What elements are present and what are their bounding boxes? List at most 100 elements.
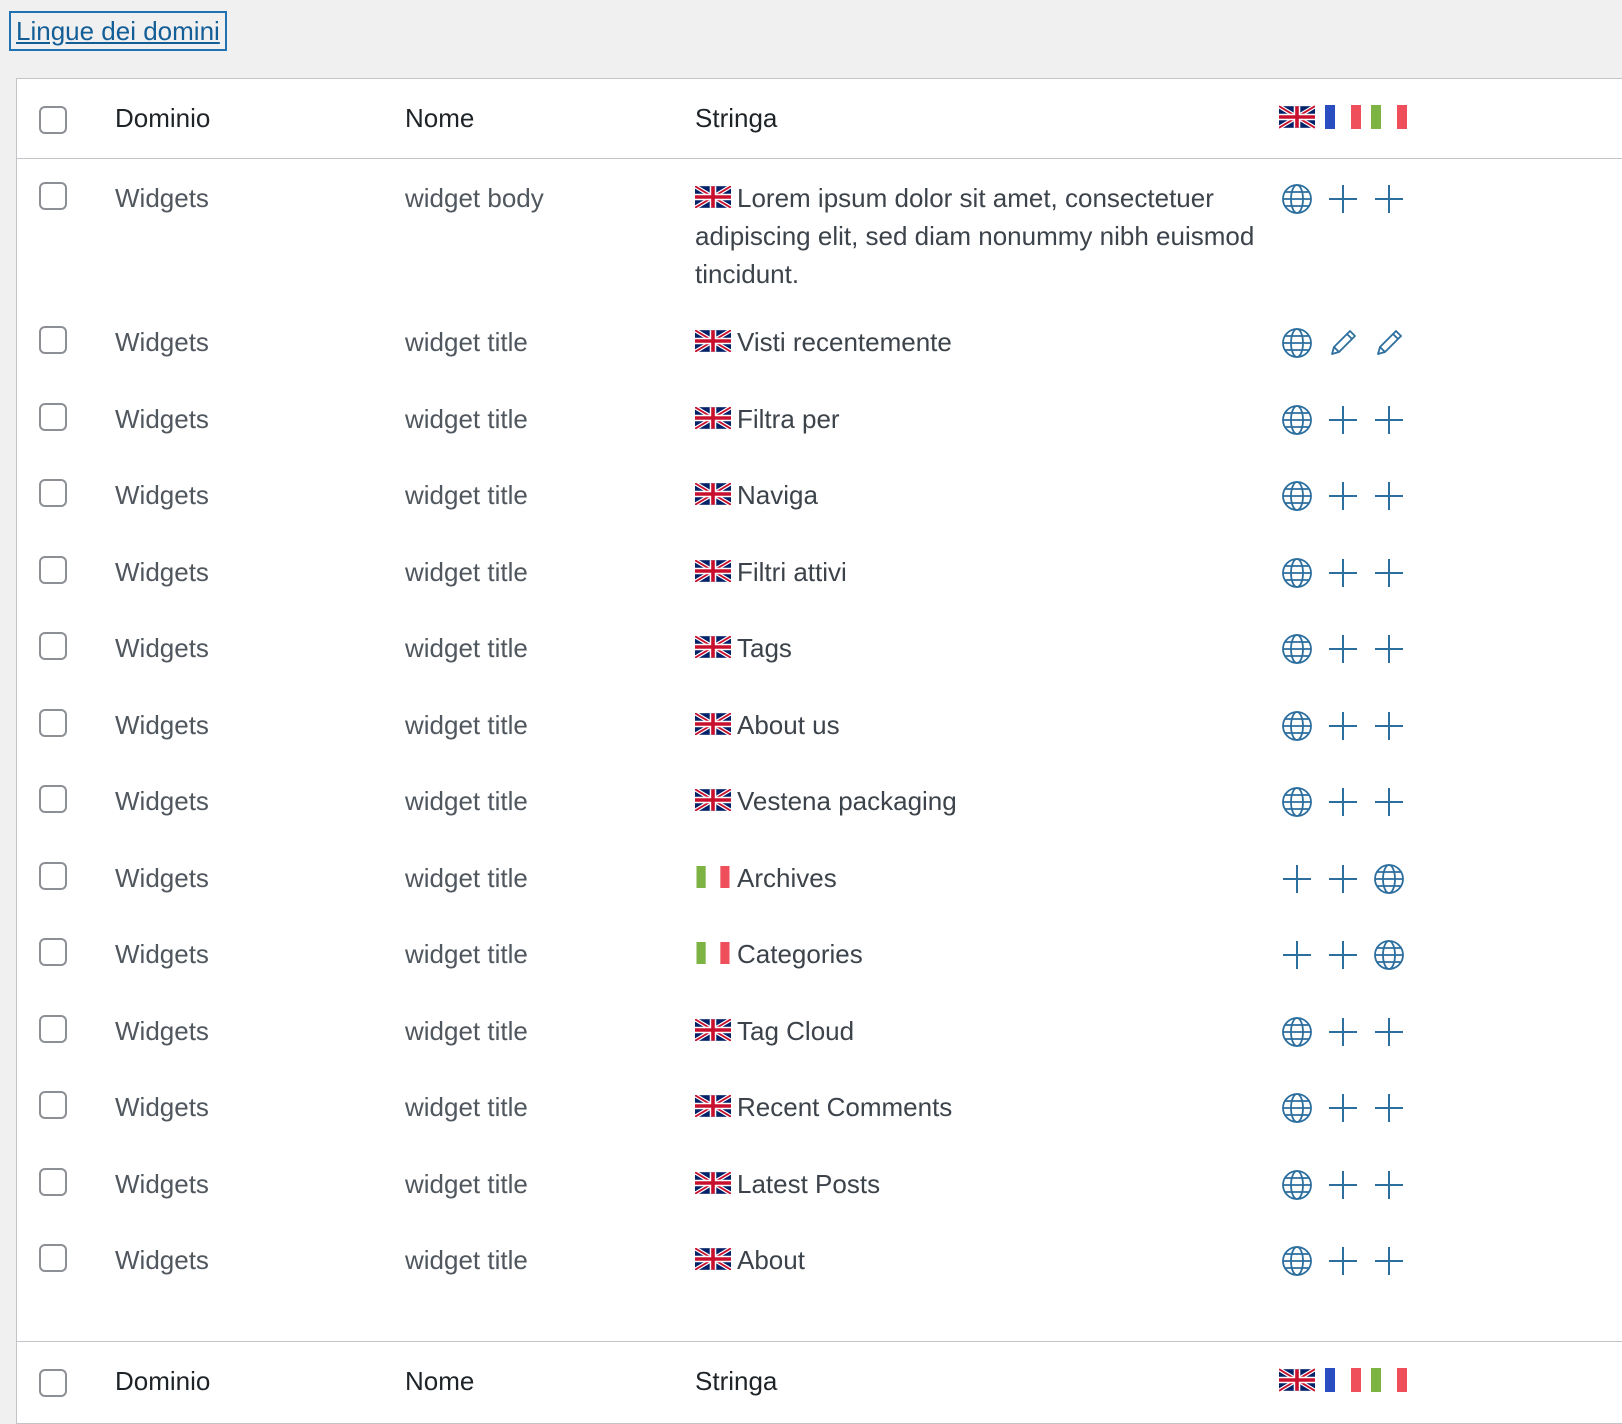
cell-dominio: Widgets [115,480,209,510]
uk-flag-icon [1279,1368,1315,1392]
cell-stringa: Naviga [695,476,1265,514]
row-checkbox[interactable] [39,556,67,584]
cell-stringa: Categories [695,935,1265,973]
string-text: Visti recentemente [737,327,952,357]
plus-icon[interactable] [1325,708,1361,744]
cell-stringa: Recent Comments [695,1088,1265,1126]
plus-icon[interactable] [1371,555,1407,591]
globe-icon[interactable] [1279,784,1315,820]
cell-stringa: Vestena packaging [695,782,1265,820]
column-header-nome[interactable]: Nome [405,99,474,137]
row-checkbox[interactable] [39,403,67,431]
plus-icon[interactable] [1279,861,1315,897]
plus-icon[interactable] [1371,1167,1407,1203]
cell-stringa: Tags [695,629,1265,667]
table-footer: Dominio Nome Stringa [17,1341,1622,1421]
row-checkbox[interactable] [39,479,67,507]
globe-icon[interactable] [1279,181,1315,217]
france-flag-icon [1325,1368,1361,1392]
cell-stringa: Filtri attivi [695,553,1265,591]
row-checkbox[interactable] [39,785,67,813]
globe-icon[interactable] [1371,937,1407,973]
cell-stringa: Filtra per [695,400,1265,438]
string-text: About us [737,710,840,740]
cell-dominio: Widgets [115,1245,209,1275]
globe-icon[interactable] [1279,555,1315,591]
row-checkbox[interactable] [39,1168,67,1196]
column-footer-stringa[interactable]: Stringa [695,1362,1265,1400]
row-checkbox[interactable] [39,632,67,660]
plus-icon[interactable] [1325,937,1361,973]
column-footer-nome[interactable]: Nome [405,1362,474,1400]
uk-flag-icon [695,636,731,658]
plus-icon[interactable] [1371,1090,1407,1126]
row-checkbox[interactable] [39,1244,67,1272]
column-header-stringa[interactable]: Stringa [695,99,1265,137]
row-checkbox[interactable] [39,1091,67,1119]
row-checkbox[interactable] [39,1015,67,1043]
plus-icon[interactable] [1371,181,1407,217]
plus-icon[interactable] [1325,478,1361,514]
domain-languages-link[interactable]: Lingue dei domini [9,11,227,51]
globe-icon[interactable] [1279,1014,1315,1050]
globe-icon[interactable] [1371,861,1407,897]
cell-stringa: Tag Cloud [695,1012,1265,1050]
uk-flag-icon [695,1019,731,1041]
cell-dominio: Widgets [115,710,209,740]
column-footer-dominio[interactable]: Dominio [115,1362,210,1400]
uk-flag-icon [695,483,731,505]
row-checkbox[interactable] [39,938,67,966]
uk-flag-icon [695,713,731,735]
globe-icon[interactable] [1279,631,1315,667]
plus-icon[interactable] [1371,478,1407,514]
cell-nome: widget title [405,1245,528,1275]
select-all-checkbox-footer[interactable] [39,1369,67,1397]
globe-icon[interactable] [1279,708,1315,744]
pencil-icon[interactable] [1325,325,1361,361]
row-checkbox[interactable] [39,709,67,737]
cell-nome: widget title [405,1016,528,1046]
cell-stringa: About us [695,706,1265,744]
globe-icon[interactable] [1279,478,1315,514]
plus-icon[interactable] [1371,631,1407,667]
select-all-checkbox[interactable] [39,106,67,134]
plus-icon[interactable] [1371,1243,1407,1279]
cell-nome: widget title [405,710,528,740]
column-header-dominio[interactable]: Dominio [115,99,210,137]
plus-icon[interactable] [1325,784,1361,820]
row-checkbox[interactable] [39,182,67,210]
row-checkbox[interactable] [39,326,67,354]
cell-nome: widget title [405,404,528,434]
plus-icon[interactable] [1325,631,1361,667]
plus-icon[interactable] [1371,708,1407,744]
row-checkbox[interactable] [39,862,67,890]
plus-icon[interactable] [1325,1167,1361,1203]
cell-dominio: Widgets [115,404,209,434]
plus-icon[interactable] [1325,861,1361,897]
cell-dominio: Widgets [115,183,209,213]
plus-icon[interactable] [1371,402,1407,438]
cell-dominio: Widgets [115,786,209,816]
cell-dominio: Widgets [115,939,209,969]
cell-dominio: Widgets [115,327,209,357]
globe-icon[interactable] [1279,1090,1315,1126]
plus-icon[interactable] [1325,402,1361,438]
plus-icon[interactable] [1279,937,1315,973]
globe-icon[interactable] [1279,402,1315,438]
plus-icon[interactable] [1325,1243,1361,1279]
plus-icon[interactable] [1325,1090,1361,1126]
uk-flag-icon [1279,105,1315,129]
globe-icon[interactable] [1279,325,1315,361]
pencil-icon[interactable] [1371,325,1407,361]
plus-icon[interactable] [1325,181,1361,217]
italy-flag-icon [1371,105,1407,129]
plus-icon[interactable] [1325,555,1361,591]
globe-icon[interactable] [1279,1167,1315,1203]
plus-icon[interactable] [1371,1014,1407,1050]
cell-stringa: Visti recentemente [695,323,1265,361]
plus-icon[interactable] [1371,784,1407,820]
uk-flag-icon [695,1172,731,1194]
uk-flag-icon [695,1095,731,1117]
globe-icon[interactable] [1279,1243,1315,1279]
plus-icon[interactable] [1325,1014,1361,1050]
